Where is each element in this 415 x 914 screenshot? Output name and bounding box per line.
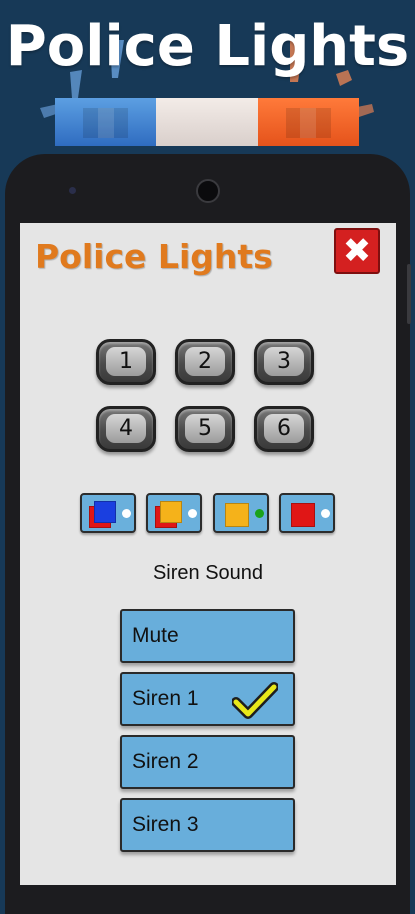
sound-siren-1-button[interactable]: Siren 1 [120, 672, 295, 726]
close-button[interactable]: ✖ [334, 228, 380, 274]
color-mode-blue-red[interactable] [80, 493, 136, 533]
checkmark-icon [232, 682, 278, 719]
color-mode-red[interactable] [279, 493, 335, 533]
app-title: Police Lights [35, 237, 273, 276]
siren-sound-heading: Siren Sound [152, 562, 264, 584]
camera-icon [196, 179, 220, 203]
sound-mute-button[interactable]: Mute [120, 609, 295, 663]
side-button [407, 264, 411, 324]
close-x-icon: ✖ [342, 231, 372, 271]
pattern-button-2[interactable]: 2 [175, 339, 235, 385]
pattern-button-1[interactable]: 1 [96, 339, 156, 385]
banner-title: Police Lights [5, 14, 410, 79]
pattern-button-4[interactable]: 4 [96, 406, 156, 452]
pattern-button-3[interactable]: 3 [254, 339, 314, 385]
pattern-button-5[interactable]: 5 [175, 406, 235, 452]
color-mode-red-yellow[interactable] [146, 493, 202, 533]
sensor-dot [69, 187, 76, 194]
sound-siren-2-button[interactable]: Siren 2 [120, 735, 295, 789]
police-lightbar-graphic [55, 98, 359, 146]
color-mode-yellow-green[interactable] [213, 493, 269, 533]
sound-siren-3-button[interactable]: Siren 3 [120, 798, 295, 852]
app-screen: Police Lights ✖ 1 2 3 4 5 6 Siren Sound … [20, 223, 396, 885]
pattern-button-6[interactable]: 6 [254, 406, 314, 452]
